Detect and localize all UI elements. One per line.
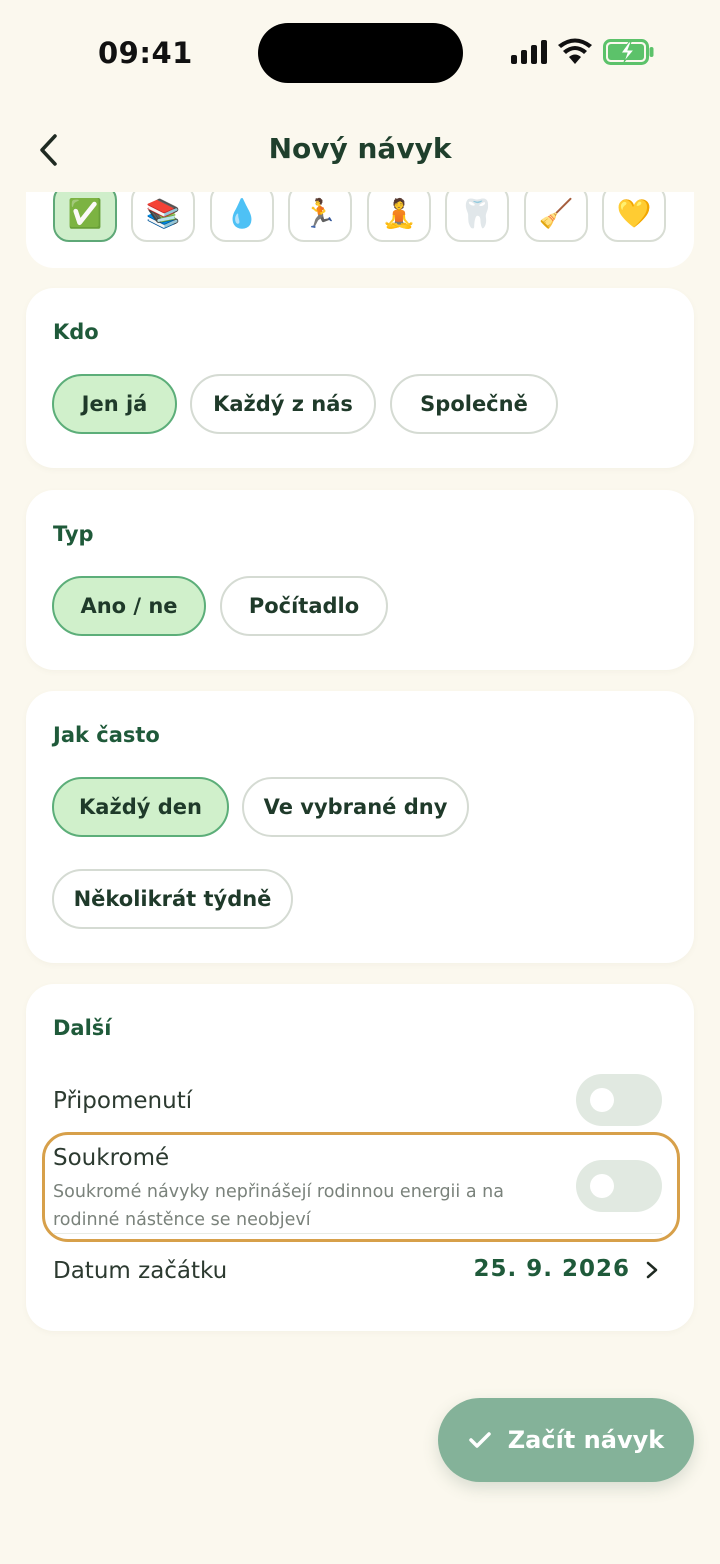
type-option-yes-no[interactable]: Ano / ne	[52, 576, 206, 636]
reminder-label: Připomenutí	[53, 1088, 193, 1114]
page-title: Nový návyk	[268, 132, 452, 165]
start-habit-label: Začít návyk	[507, 1426, 665, 1454]
toggle-knob	[590, 1174, 614, 1198]
dynamic-island	[258, 23, 463, 83]
type-label: Typ	[53, 522, 94, 546]
more-card: Další Připomenutí Soukromé Soukromé návy…	[26, 984, 694, 1331]
type-option-counter[interactable]: Počítadlo	[220, 576, 388, 636]
icon-option-heart[interactable]: 💛	[602, 184, 666, 242]
checkmark-icon	[469, 1432, 491, 1448]
who-card: Kdo Jen já Každý z nás Společně	[26, 288, 694, 468]
private-label: Soukromé	[53, 1145, 170, 1171]
wifi-icon	[558, 38, 592, 64]
icon-option-broom[interactable]: 🧹	[524, 184, 588, 242]
icon-option-yoga[interactable]: 🧘	[367, 184, 431, 242]
toggle-knob	[590, 1088, 614, 1112]
icon-option-runner[interactable]: 🏃	[288, 184, 352, 242]
who-option-only-me[interactable]: Jen já	[52, 374, 177, 434]
who-option-together[interactable]: Společně	[390, 374, 558, 434]
start-date-value[interactable]: 25. 9. 2026	[473, 1256, 630, 1282]
divider	[53, 1233, 662, 1234]
start-date-label[interactable]: Datum začátku	[53, 1258, 227, 1284]
private-description: Soukromé návyky nepřinášejí rodinnou ene…	[53, 1182, 504, 1230]
icon-option-books[interactable]: 📚	[131, 184, 195, 242]
frequency-option-several-weekly[interactable]: Několikrát týdně	[52, 869, 293, 929]
who-label: Kdo	[53, 320, 99, 344]
reminder-toggle[interactable]	[576, 1074, 662, 1126]
battery-charging-icon	[603, 39, 654, 65]
icon-option-check[interactable]: ✅	[53, 184, 117, 242]
type-card: Typ Ano / ne Počítadlo	[26, 490, 694, 670]
chevron-right-icon[interactable]	[644, 1260, 660, 1280]
icon-option-tooth[interactable]: 🦷	[445, 184, 509, 242]
status-time: 09:41	[98, 36, 193, 70]
who-option-each-of-us[interactable]: Každý z nás	[190, 374, 376, 434]
icon-option-droplet[interactable]: 💧	[210, 184, 274, 242]
status-bar: 09:41	[0, 0, 720, 106]
start-habit-button[interactable]: Začít návyk	[438, 1398, 694, 1482]
frequency-option-selected-days[interactable]: Ve vybrané dny	[242, 777, 469, 837]
signal-icon	[511, 40, 547, 64]
private-toggle[interactable]	[576, 1160, 662, 1212]
nav-bar: Nový návyk	[0, 106, 720, 192]
more-label: Další	[53, 1016, 112, 1040]
frequency-option-daily[interactable]: Každý den	[52, 777, 229, 837]
frequency-card: Jak často Každý den Ve vybrané dny Někol…	[26, 691, 694, 963]
frequency-label: Jak často	[53, 723, 160, 747]
